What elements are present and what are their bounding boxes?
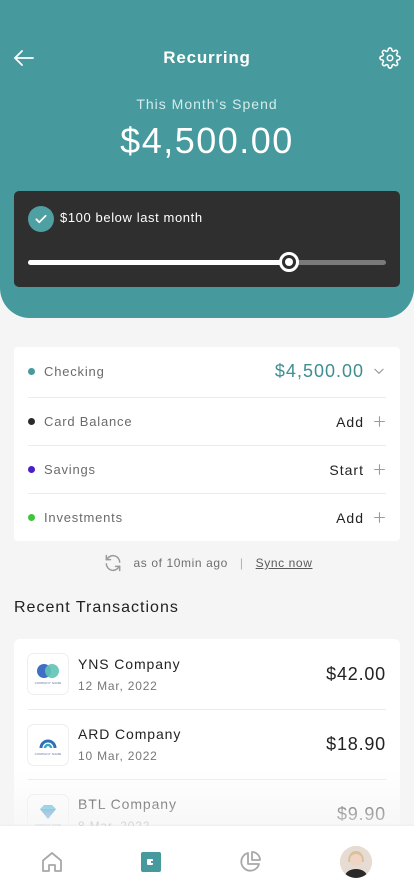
header-panel: Recurring This Month's Spend $4,500.00 $…: [0, 0, 414, 318]
company-logo: COMPANY NAME: [28, 724, 68, 765]
transaction-company: YNS Company: [78, 655, 181, 672]
spend-slider[interactable]: [28, 252, 386, 272]
status-dot: [28, 367, 35, 375]
add-investment-button[interactable]: Add: [336, 510, 364, 526]
chevron-down-icon[interactable]: [372, 364, 386, 378]
pie-chart-icon: [240, 851, 261, 872]
transaction-amount: $42.00: [326, 663, 386, 684]
accounts-card: Checking $4,500.00 Card Balance Add Savi…: [14, 347, 400, 541]
spend-amount: $4,500.00: [120, 120, 294, 161]
tab-wallet[interactable]: [137, 848, 165, 876]
transaction-company: ARD Company: [78, 726, 182, 742]
section-title: Recent Transactions: [14, 599, 179, 616]
account-row-savings[interactable]: Savings Start: [28, 445, 386, 493]
plus-icon[interactable]: [372, 463, 386, 477]
settings-button[interactable]: [376, 44, 404, 72]
transaction-row[interactable]: COMPANY NAME YNS Company 12 Mar, 2022 $4…: [28, 639, 386, 709]
transaction-date: 10 Mar, 2022: [78, 749, 158, 763]
transaction-row[interactable]: COMPANY NAME ARD Company 10 Mar, 2022 $1…: [28, 709, 386, 779]
transaction-amount: $9.90: [336, 804, 386, 824]
sync-time: as of 10min ago: [133, 556, 228, 570]
arc-logo-icon: [39, 739, 57, 748]
account-row-checking[interactable]: Checking $4,500.00: [28, 347, 386, 395]
status-dot: [28, 514, 35, 521]
transaction-amount: $18.90: [326, 734, 386, 754]
status-dot: [28, 466, 35, 473]
bottom-tab-bar: [0, 826, 414, 896]
account-name: Investments: [44, 510, 123, 525]
account-name: Savings: [44, 462, 96, 477]
page-title: Recurring: [163, 48, 251, 67]
transaction-date: 12 Mar, 2022: [78, 678, 158, 693]
wallet-icon: [141, 852, 161, 872]
tab-analytics[interactable]: [236, 848, 264, 876]
sync-separator: |: [239, 556, 244, 570]
tab-home[interactable]: [38, 848, 66, 876]
plus-icon[interactable]: [372, 511, 386, 525]
profile-avatar[interactable]: [340, 846, 372, 878]
comparison-card: $100 below last month: [14, 191, 400, 287]
top-bar: Recurring: [0, 40, 414, 76]
account-row-investments[interactable]: Investments Add: [28, 493, 386, 541]
slider-thumb[interactable]: [279, 252, 300, 272]
comparison-text: $100 below last month: [60, 210, 203, 225]
home-icon: [42, 852, 62, 872]
spend-label: This Month's Spend: [136, 96, 278, 112]
logo-caption: COMPANY NAME: [34, 681, 62, 685]
add-card-button[interactable]: Add: [336, 414, 364, 430]
account-value: $4,500.00: [274, 360, 364, 381]
sync-now-link[interactable]: Sync now: [256, 556, 313, 570]
start-savings-button[interactable]: Start: [329, 462, 364, 478]
status-dot: [28, 418, 35, 425]
overlapping-circles-icon: [37, 664, 59, 678]
logo-caption: COMPANY NAME: [34, 751, 62, 756]
account-name: Checking: [44, 363, 105, 379]
sync-status: as of 10min ago | Sync now: [0, 551, 414, 575]
company-logo: COMPANY NAME: [28, 654, 68, 694]
transaction-company: BTL Company: [78, 796, 177, 812]
account-row-card-balance[interactable]: Card Balance Add: [28, 397, 386, 445]
slider-fill: [28, 260, 290, 265]
gear-icon: [379, 47, 401, 69]
account-name: Card Balance: [44, 414, 133, 429]
refresh-icon[interactable]: [102, 552, 124, 574]
plus-icon[interactable]: [372, 415, 386, 429]
check-icon: [28, 206, 54, 232]
diamond-logo-icon: [40, 804, 56, 819]
